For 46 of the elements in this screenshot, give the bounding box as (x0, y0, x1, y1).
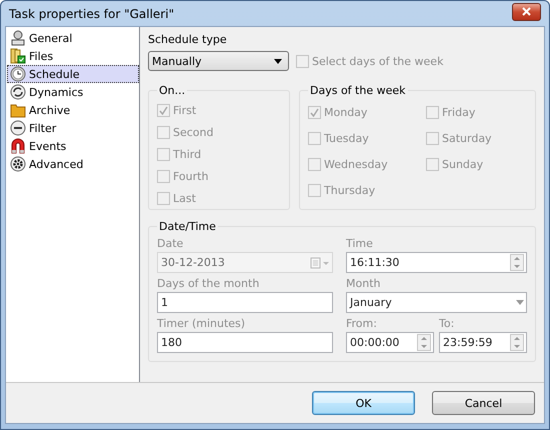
input-field[interactable]: 180 (157, 332, 333, 353)
sidebar-item[interactable]: General (7, 29, 139, 47)
group-title: Date/Time (158, 220, 217, 233)
cancel-button[interactable]: Cancel (432, 391, 535, 415)
dropdown-arrow-icon[interactable] (516, 300, 524, 305)
checkmark-icon (159, 106, 168, 114)
field-label: From: (346, 317, 378, 330)
dropdown-arrow-icon (274, 58, 282, 64)
field-label: Month (346, 277, 382, 290)
spinner-icon[interactable] (417, 334, 431, 351)
group-title: Days of the week (309, 84, 406, 97)
person-icon (10, 30, 26, 46)
folder-icon (10, 102, 26, 118)
close-icon (522, 7, 531, 16)
gear-icon (10, 156, 26, 172)
files-icon (10, 48, 26, 64)
clock-icon (10, 66, 26, 82)
magnet-icon (10, 138, 26, 154)
group-title: On... (158, 84, 186, 97)
field-label: Time (346, 237, 374, 250)
input-field[interactable]: 16:11:30 (346, 252, 527, 273)
close-button[interactable] (512, 2, 541, 20)
field-label: Timer (minutes) (157, 317, 246, 330)
sidebar-item[interactable]: Filter (7, 119, 139, 137)
field-label: Schedule type (148, 33, 228, 46)
sidebar-item[interactable]: Schedule (7, 65, 139, 83)
sidebar-item[interactable]: Files (7, 47, 139, 65)
spinner-icon[interactable] (510, 334, 524, 351)
month-dropdown[interactable]: January (346, 292, 527, 313)
window-title: Task properties for "Galleri" (9, 6, 174, 20)
sidebar-item[interactable]: Dynamics (7, 83, 139, 101)
minus-icon (10, 120, 26, 136)
input-field[interactable]: 1 (157, 292, 333, 313)
sidebar-item[interactable]: Advanced (7, 155, 139, 173)
sidebar-item[interactable]: Archive (7, 101, 139, 119)
input-field[interactable]: 00:00:00 (346, 332, 434, 353)
field-label: Days of the month (157, 277, 260, 290)
schedule-type-dropdown[interactable]: Manually (148, 51, 289, 71)
refresh-icon (10, 84, 26, 100)
ok-button[interactable]: OK (312, 391, 415, 415)
spinner-icon[interactable] (510, 254, 524, 271)
input-field[interactable]: 23:59:59 (439, 332, 527, 353)
sidebar-item[interactable]: Events (7, 137, 139, 155)
field-label: Date (157, 237, 184, 250)
checkmark-icon (310, 108, 319, 116)
field-label: To: (439, 317, 456, 330)
